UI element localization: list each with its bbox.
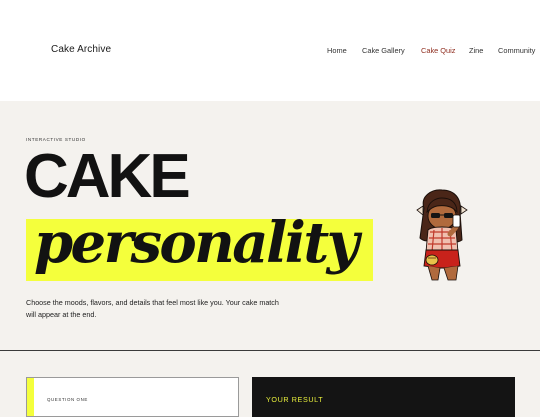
quiz-card-accent bbox=[27, 378, 34, 416]
main-nav: Home Cake Gallery Cake Quiz Zine Communi… bbox=[0, 46, 540, 58]
quiz-question-card[interactable]: QUESTION ONE bbox=[26, 377, 239, 417]
nav-link-community[interactable]: Community bbox=[498, 46, 535, 55]
top-navigation-bar: Cake Archive Home Cake Gallery Cake Quiz… bbox=[0, 0, 540, 101]
nav-link-home[interactable]: Home bbox=[327, 46, 347, 55]
section-divider bbox=[0, 350, 540, 351]
nav-link-zine[interactable]: Zine bbox=[469, 46, 483, 55]
result-label: YOUR RESULT bbox=[266, 395, 324, 404]
girl-eating-cake-icon bbox=[416, 189, 468, 281]
hero-title-cake: CAKE bbox=[24, 142, 191, 211]
hero-title-personality: personality bbox=[34, 210, 359, 276]
nav-link-cake-gallery[interactable]: Cake Gallery bbox=[362, 46, 405, 55]
hero-intro-text: Choose the moods, flavors, and details t… bbox=[26, 298, 279, 319]
result-card: YOUR RESULT bbox=[252, 377, 515, 417]
nav-link-cake-quiz[interactable]: Cake Quiz bbox=[421, 46, 456, 55]
question-label: QUESTION ONE bbox=[47, 397, 88, 402]
